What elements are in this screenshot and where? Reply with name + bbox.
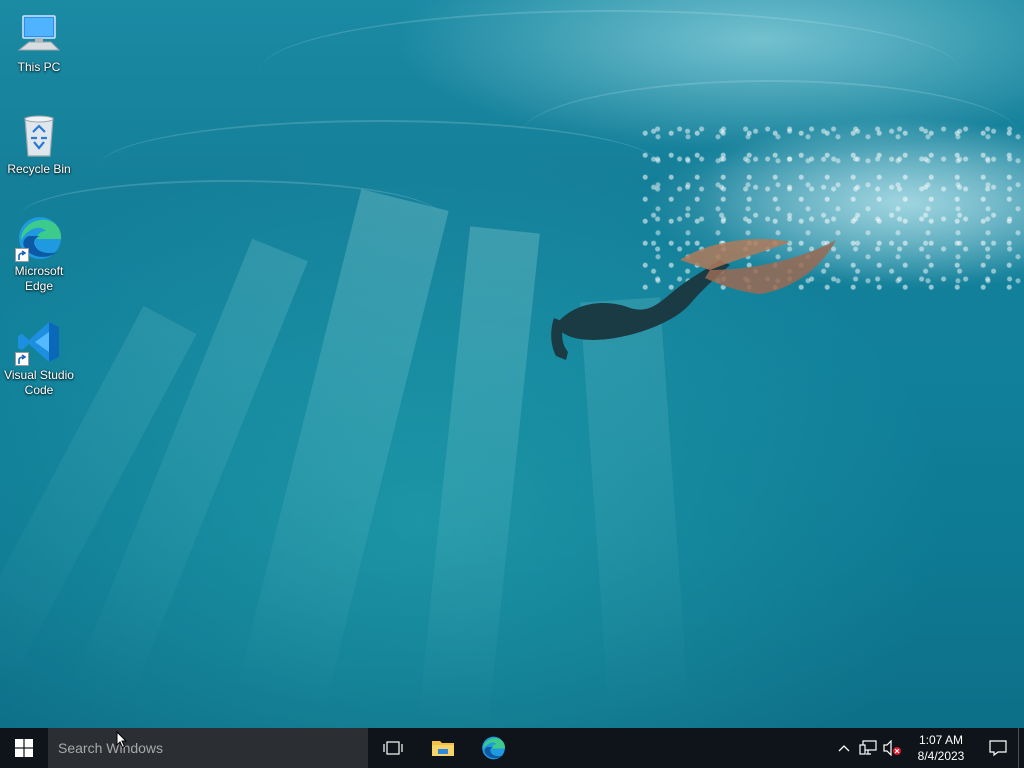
chevron-up-icon — [838, 745, 850, 752]
file-explorer-button[interactable] — [418, 728, 468, 768]
action-center-icon — [989, 740, 1007, 757]
task-view-button[interactable] — [368, 728, 418, 768]
desktop-icon-this-pc[interactable]: This PC — [2, 10, 76, 75]
clock-time: 1:07 AM — [918, 733, 964, 747]
diver-image — [551, 239, 836, 360]
edge-icon — [482, 736, 505, 760]
shortcut-arrow-icon — [15, 248, 29, 262]
start-button[interactable] — [0, 728, 48, 768]
clock-date: 8/4/2023 — [917, 749, 965, 763]
action-center-button[interactable] — [978, 728, 1018, 768]
search-input[interactable] — [56, 739, 360, 757]
task-view-icon — [383, 741, 403, 755]
file-explorer-icon — [432, 741, 454, 756]
show-hidden-icons-button[interactable] — [832, 728, 856, 768]
show-desktop-button[interactable] — [1018, 728, 1024, 768]
desktop-icon-label: This PC — [17, 60, 61, 74]
volume-muted-icon — [883, 740, 901, 756]
desktop-icon-recycle-bin[interactable]: Recycle Bin — [2, 112, 76, 177]
desktop-icon-label: Recycle Bin — [7, 162, 71, 176]
edge-icon — [15, 214, 63, 262]
desktop-wallpaper — [0, 0, 1024, 728]
desktop-icon-visual-studio-code[interactable]: Visual Studio Code — [2, 318, 76, 398]
system-tray: 1:07 AM 8/4/2023 — [832, 728, 1024, 768]
mouse-cursor-icon — [116, 731, 128, 749]
network-icon — [859, 740, 877, 755]
network-button[interactable] — [856, 728, 880, 768]
recycle-bin-icon — [15, 112, 63, 160]
taskbar-clock[interactable]: 1:07 AM 8/4/2023 — [910, 728, 972, 768]
desktop-icon-microsoft-edge[interactable]: Microsoft Edge — [2, 214, 76, 294]
taskbar-search-box[interactable] — [48, 728, 368, 768]
shortcut-arrow-icon — [15, 352, 29, 366]
desktop-icon-label: Visual Studio Code — [4, 368, 74, 397]
light-ray — [417, 226, 540, 728]
volume-button[interactable] — [880, 728, 904, 768]
surface-wave — [20, 180, 440, 252]
desktop-icon-label: Microsoft Edge — [14, 264, 64, 293]
windows-logo-icon — [15, 739, 33, 757]
edge-taskbar-button[interactable] — [468, 728, 518, 768]
taskbar: 1:07 AM 8/4/2023 — [0, 728, 1024, 768]
vscode-icon — [15, 318, 63, 366]
this-pc-icon — [15, 10, 63, 58]
